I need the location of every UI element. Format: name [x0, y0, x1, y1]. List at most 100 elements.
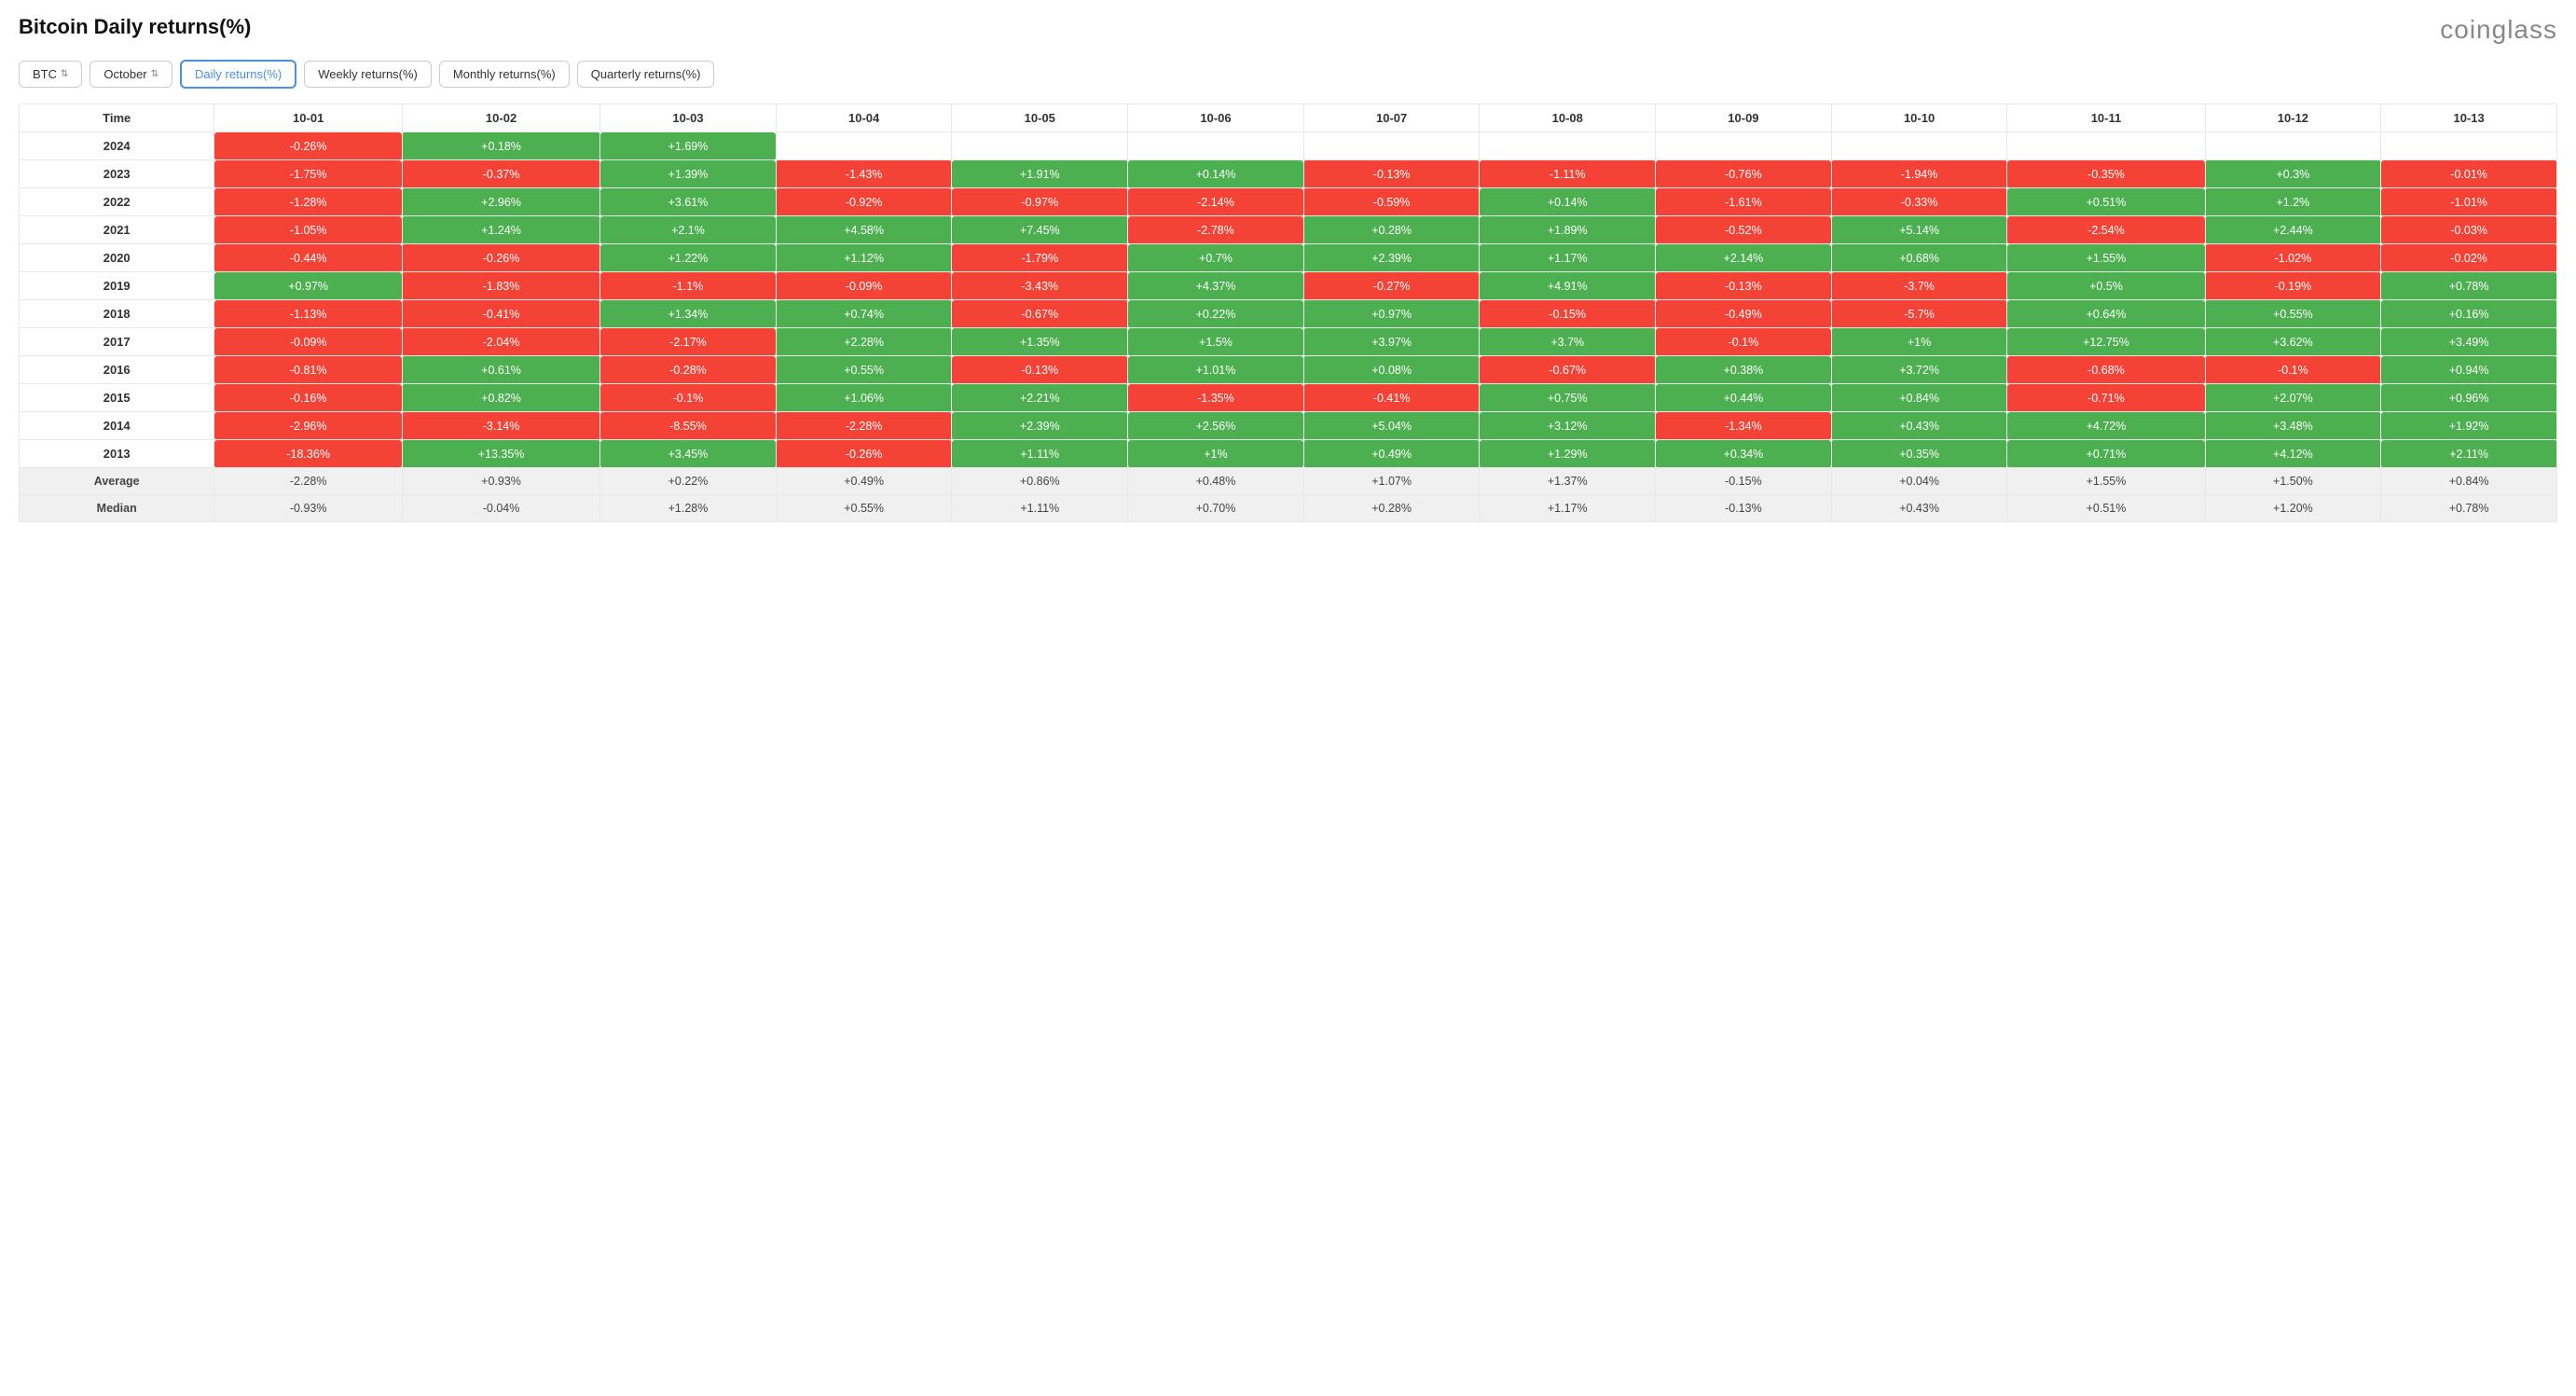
table-row: 2015-0.16%+0.82%-0.1%+1.06%+2.21%-1.35%-…	[20, 384, 2557, 412]
data-cell-2015-2: -0.1%	[600, 384, 777, 412]
data-cell-2014-0: -2.96%	[214, 412, 403, 440]
table-row: 2016-0.81%+0.61%-0.28%+0.55%-0.13%+1.01%…	[20, 356, 2557, 384]
data-cell-2021-3: +4.58%	[776, 216, 952, 244]
month-arrow-icon: ⇅	[151, 69, 158, 79]
data-cell-2015-9: +0.84%	[1831, 384, 2007, 412]
data-cell-2020-1: -0.26%	[402, 244, 599, 272]
data-cell-2017-3: +2.28%	[776, 328, 952, 356]
data-cell-2022-5: -2.14%	[1128, 188, 1304, 216]
data-cell-2015-7: +0.75%	[1480, 384, 1656, 412]
data-cell-2016-1: +0.61%	[402, 356, 599, 384]
col-header-10-06: 10-06	[1128, 104, 1304, 132]
data-cell-2021-12: -0.03%	[2381, 216, 2557, 244]
data-cell-2023-4: +1.91%	[952, 160, 1128, 188]
tab-weekly-returns[interactable]: Weekly returns(%)	[304, 61, 432, 88]
year-cell: 2022	[20, 188, 214, 216]
data-cell-2019-10: +0.5%	[2007, 272, 2205, 300]
returns-table: Time10-0110-0210-0310-0410-0510-0610-071…	[19, 104, 2557, 522]
data-cell-2015-11: +2.07%	[2205, 384, 2381, 412]
footer-cell-Median-3: +0.55%	[776, 495, 952, 522]
data-cell-2013-6: +0.49%	[1303, 440, 1480, 468]
year-cell: 2017	[20, 328, 214, 356]
data-cell-2016-10: -0.68%	[2007, 356, 2205, 384]
tab-monthly-returns[interactable]: Monthly returns(%)	[439, 61, 570, 88]
tab-quarterly-returns[interactable]: Quarterly returns(%)	[577, 61, 715, 88]
data-cell-2019-9: -3.7%	[1831, 272, 2007, 300]
data-cell-2017-10: +12.75%	[2007, 328, 2205, 356]
data-cell-2018-3: +0.74%	[776, 300, 952, 328]
data-cell-2017-7: +3.7%	[1480, 328, 1656, 356]
footer-cell-Median-11: +1.20%	[2205, 495, 2381, 522]
table-row: 2020-0.44%-0.26%+1.22%+1.12%-1.79%+0.7%+…	[20, 244, 2557, 272]
footer-cell-Median-8: -0.13%	[1656, 495, 1832, 522]
data-cell-2024-0: -0.26%	[214, 132, 403, 160]
data-cell-2016-2: -0.28%	[600, 356, 777, 384]
data-cell-2015-0: -0.16%	[214, 384, 403, 412]
data-cell-2013-1: +13.35%	[402, 440, 599, 468]
col-header-10-12: 10-12	[2205, 104, 2381, 132]
data-cell-2018-0: -1.13%	[214, 300, 403, 328]
footer-cell-Average-5: +0.48%	[1128, 468, 1304, 495]
data-cell-2013-9: +0.35%	[1831, 440, 2007, 468]
data-cell-2013-0: -18.36%	[214, 440, 403, 468]
data-cell-2022-9: -0.33%	[1831, 188, 2007, 216]
data-cell-2020-7: +1.17%	[1480, 244, 1656, 272]
data-cell-2024-4	[952, 132, 1128, 160]
data-cell-2016-8: +0.38%	[1656, 356, 1832, 384]
footer-cell-Median-10: +0.51%	[2007, 495, 2205, 522]
data-cell-2024-5	[1128, 132, 1304, 160]
footer-cell-Average-9: +0.04%	[1831, 468, 2007, 495]
data-cell-2014-12: +1.92%	[2381, 412, 2557, 440]
table-row: 2023-1.75%-0.37%+1.39%-1.43%+1.91%+0.14%…	[20, 160, 2557, 188]
table-header-row: Time10-0110-0210-0310-0410-0510-0610-071…	[20, 104, 2557, 132]
data-cell-2018-1: -0.41%	[402, 300, 599, 328]
table-row: 2014-2.96%-3.14%-8.55%-2.28%+2.39%+2.56%…	[20, 412, 2557, 440]
footer-cell-Average-6: +1.07%	[1303, 468, 1480, 495]
footer-row: Average-2.28%+0.93%+0.22%+0.49%+0.86%+0.…	[20, 468, 2557, 495]
data-cell-2018-6: +0.97%	[1303, 300, 1480, 328]
data-cell-2014-4: +2.39%	[952, 412, 1128, 440]
month-selector[interactable]: October ⇅	[90, 61, 172, 88]
year-cell: 2018	[20, 300, 214, 328]
asset-arrow-icon: ⇅	[61, 69, 68, 79]
footer-row: Median-0.93%-0.04%+1.28%+0.55%+1.11%+0.7…	[20, 495, 2557, 522]
col-header-10-13: 10-13	[2381, 104, 2557, 132]
data-cell-2024-9	[1831, 132, 2007, 160]
data-cell-2013-11: +4.12%	[2205, 440, 2381, 468]
data-cell-2019-3: -0.09%	[776, 272, 952, 300]
footer-label: Median	[20, 495, 214, 522]
data-cell-2019-6: -0.27%	[1303, 272, 1480, 300]
data-cell-2016-9: +3.72%	[1831, 356, 2007, 384]
tab-daily-returns[interactable]: Daily returns(%)	[180, 60, 296, 89]
data-cell-2018-7: -0.15%	[1480, 300, 1656, 328]
footer-cell-Average-2: +0.22%	[600, 468, 777, 495]
table-row: 2018-1.13%-0.41%+1.34%+0.74%-0.67%+0.22%…	[20, 300, 2557, 328]
data-cell-2017-8: -0.1%	[1656, 328, 1832, 356]
col-header-10-05: 10-05	[952, 104, 1128, 132]
data-cell-2022-0: -1.28%	[214, 188, 403, 216]
data-cell-2015-6: -0.41%	[1303, 384, 1480, 412]
data-cell-2019-7: +4.91%	[1480, 272, 1656, 300]
table-row: 2024-0.26%+0.18%+1.69%	[20, 132, 2557, 160]
data-cell-2018-11: +0.55%	[2205, 300, 2381, 328]
data-cell-2023-0: -1.75%	[214, 160, 403, 188]
data-cell-2016-3: +0.55%	[776, 356, 952, 384]
data-cell-2022-2: +3.61%	[600, 188, 777, 216]
data-cell-2020-12: -0.02%	[2381, 244, 2557, 272]
data-cell-2017-12: +3.49%	[2381, 328, 2557, 356]
data-cell-2016-0: -0.81%	[214, 356, 403, 384]
data-cell-2017-9: +1%	[1831, 328, 2007, 356]
footer-cell-Median-9: +0.43%	[1831, 495, 2007, 522]
footer-cell-Average-4: +0.86%	[952, 468, 1128, 495]
data-cell-2013-10: +0.71%	[2007, 440, 2205, 468]
data-cell-2021-1: +1.24%	[402, 216, 599, 244]
data-cell-2021-7: +1.89%	[1480, 216, 1656, 244]
data-cell-2021-4: +7.45%	[952, 216, 1128, 244]
col-header-10-08: 10-08	[1480, 104, 1656, 132]
col-header-10-10: 10-10	[1831, 104, 2007, 132]
footer-cell-Average-12: +0.84%	[2381, 468, 2557, 495]
asset-selector[interactable]: BTC ⇅	[19, 61, 82, 88]
year-cell: 2014	[20, 412, 214, 440]
table-row: 2013-18.36%+13.35%+3.45%-0.26%+1.11%+1%+…	[20, 440, 2557, 468]
data-cell-2021-0: -1.05%	[214, 216, 403, 244]
